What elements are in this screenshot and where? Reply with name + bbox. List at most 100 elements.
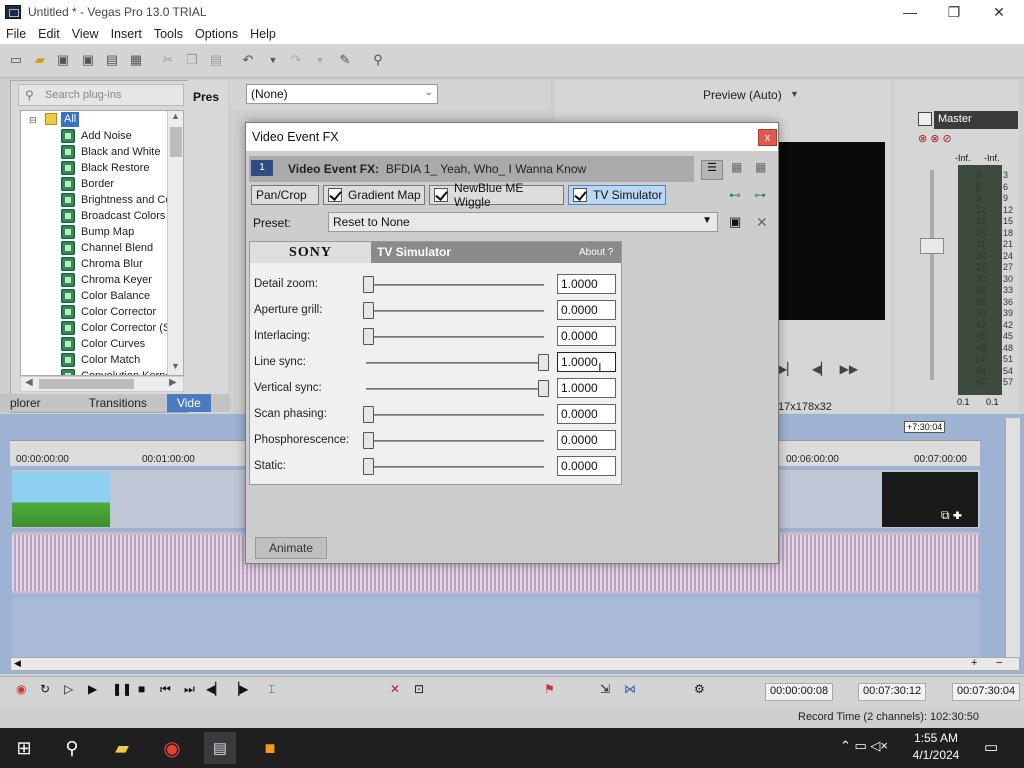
checkbox-icon[interactable] <box>328 188 342 202</box>
search-plugins-input[interactable]: ⚲ Search plug-ins <box>18 84 184 106</box>
checkbox-icon[interactable] <box>434 188 448 202</box>
param-value-input[interactable]: 1.0000 <box>557 352 616 372</box>
param-slider-track[interactable] <box>366 310 544 312</box>
plugin-list-item[interactable]: Black and White <box>61 144 160 160</box>
tab-transitions[interactable]: Transitions <box>51 394 157 412</box>
close-button[interactable]: ✕ <box>976 0 1022 24</box>
scroll-up-icon[interactable]: ▲ <box>171 111 180 121</box>
properties-icon[interactable]: ▦ <box>128 52 144 68</box>
param-value-input[interactable]: 1.0000 <box>557 378 616 398</box>
save-icon[interactable]: ▣ <box>55 52 71 68</box>
snapping-icon[interactable]: ⋈ <box>624 682 636 696</box>
whats-this-icon[interactable]: ⚲ <box>370 52 386 68</box>
about-link[interactable]: About ? <box>579 247 613 258</box>
param-slider-track[interactable] <box>366 388 544 390</box>
param-value-input[interactable]: 0.0000 <box>557 404 616 424</box>
param-slider-knob[interactable] <box>363 432 374 449</box>
search-icon[interactable]: ⚲ <box>56 732 88 764</box>
render-icon[interactable]: ▤ <box>104 52 120 68</box>
marker-icon[interactable]: ⚑ <box>544 682 555 696</box>
cut-icon[interactable]: ✂ <box>160 52 176 68</box>
redo-icon[interactable]: ↷ <box>288 52 304 68</box>
next-frame-icon[interactable]: ▕▶ <box>230 682 248 696</box>
checkbox-icon[interactable] <box>573 188 587 202</box>
plugin-list-item[interactable]: Color Corrector (S <box>61 320 170 336</box>
play-from-start-icon[interactable]: ▷ <box>64 682 73 696</box>
video-event-thumbnail[interactable] <box>12 472 110 527</box>
hscroll-thumb[interactable] <box>39 379 134 389</box>
timeline-hscrollbar[interactable]: ◀ + − <box>10 657 1020 671</box>
preset-select[interactable]: Reset to None ▼ <box>328 212 718 232</box>
param-value-input[interactable]: 1.0000 <box>557 274 616 294</box>
plugin-tree-hscrollbar[interactable]: ◀ ▶ <box>20 376 184 392</box>
tree-root-all[interactable]: All <box>61 112 80 127</box>
redo-dropdown-icon[interactable]: ▼ <box>312 52 328 68</box>
delete-preset-icon[interactable]: ✕ <box>756 214 768 231</box>
new-icon[interactable]: ▭ <box>8 52 24 68</box>
menu-insert[interactable]: Insert <box>105 27 148 41</box>
copy-icon[interactable]: ❐ <box>184 52 200 68</box>
menu-help[interactable]: Help <box>244 27 282 41</box>
param-value-input[interactable]: 0.0000 <box>557 430 616 450</box>
animate-button[interactable]: Animate <box>255 537 327 559</box>
param-slider-track[interactable] <box>366 336 544 338</box>
plugin-list-item[interactable]: Broadcast Colors <box>61 208 165 224</box>
menu-options[interactable]: Options <box>189 27 244 41</box>
chrome-icon[interactable]: ◉ <box>156 732 188 764</box>
minimize-button[interactable]: — <box>887 0 933 24</box>
fx-preset-select[interactable]: (None) ⌄ <box>246 84 438 104</box>
plugin-list-item[interactable]: Convolution Kerne <box>61 368 172 375</box>
mute-icon[interactable]: ⊗ ⊗ ⊘ <box>918 132 952 145</box>
notifications-icon[interactable]: ▭ <box>984 738 998 756</box>
dialog-close-button[interactable]: x <box>758 129 777 146</box>
plugin-list-item[interactable]: Brightness and Co <box>61 192 172 208</box>
plugin-list-item[interactable]: Add Noise <box>61 128 132 144</box>
plugin-list-item[interactable]: Black Restore <box>61 160 149 176</box>
param-slider-track[interactable] <box>366 440 544 442</box>
param-value-input[interactable]: 0.0000 <box>557 326 616 346</box>
scroll-thumb[interactable] <box>170 127 182 157</box>
grid-view-icon[interactable]: ▦ <box>731 160 742 174</box>
preview-quality-select[interactable]: Preview (Auto) <box>703 88 782 102</box>
scroll-left-icon[interactable]: ◀ <box>14 658 21 669</box>
empty-track-area[interactable] <box>12 598 980 658</box>
go-to-end-icon[interactable]: ⏭ <box>184 682 195 697</box>
scroll-left-icon[interactable]: ◀ <box>25 377 33 388</box>
fx-tab-newblue-wiggle[interactable]: NewBlue ME Wiggle <box>429 181 564 209</box>
zoom-in-icon[interactable]: + <box>971 657 977 669</box>
open-icon[interactable]: ▰ <box>32 52 48 68</box>
master-fader[interactable] <box>920 238 944 254</box>
next-frame-icon[interactable]: ▶▏ <box>778 362 796 376</box>
timeline-vscrollbar[interactable] <box>1005 418 1020 658</box>
list-view-icon[interactable]: ☰ <box>701 160 723 180</box>
param-slider-knob[interactable] <box>363 328 374 345</box>
event-fx-icon[interactable]: ⧉ ✚ <box>941 508 962 523</box>
plugin-list-item[interactable]: Border <box>61 176 114 192</box>
fx-tab-gradient-map[interactable]: Gradient Map <box>323 185 425 205</box>
param-value-input[interactable]: 0.0000 <box>557 456 616 476</box>
plugin-chain-add-icon[interactable]: ⊷ <box>729 188 741 202</box>
tray-icons[interactable]: ⌃ ▭ ◁× <box>840 738 888 754</box>
preview-quality-chevron-icon[interactable]: ▼ <box>790 89 799 99</box>
undo-dropdown-icon[interactable]: ▼ <box>265 52 281 68</box>
tile-view-icon[interactable]: ▦ <box>755 160 766 174</box>
plugin-list-item[interactable]: Color Balance <box>61 288 150 304</box>
prev-frame-icon[interactable]: ◀▏ <box>812 362 830 376</box>
normal-edit-tool-icon[interactable]: ⌶ <box>268 682 275 697</box>
param-slider-track[interactable] <box>366 362 544 364</box>
param-slider-knob[interactable] <box>363 458 374 475</box>
windows-start-icon[interactable]: ⊞ <box>8 732 40 764</box>
scroll-down-icon[interactable]: ▼ <box>171 361 180 371</box>
pause-icon[interactable]: ❚❚ <box>112 682 132 696</box>
paste-icon[interactable]: ▤ <box>208 52 224 68</box>
menu-tools[interactable]: Tools <box>148 27 189 41</box>
app-orange-icon[interactable]: ■ <box>254 732 286 764</box>
param-slider-track[interactable] <box>366 414 544 416</box>
param-slider-knob[interactable] <box>363 302 374 319</box>
master-fx-icon[interactable] <box>918 112 932 126</box>
param-slider-knob[interactable] <box>363 406 374 423</box>
selection-end-timecode[interactable]: 00:07:30:12 <box>858 683 927 701</box>
file-explorer-icon[interactable]: ▰ <box>106 732 138 764</box>
stop-icon[interactable]: ■ <box>138 682 145 696</box>
selection-length-timecode[interactable]: 00:07:30:04 <box>952 683 1021 701</box>
